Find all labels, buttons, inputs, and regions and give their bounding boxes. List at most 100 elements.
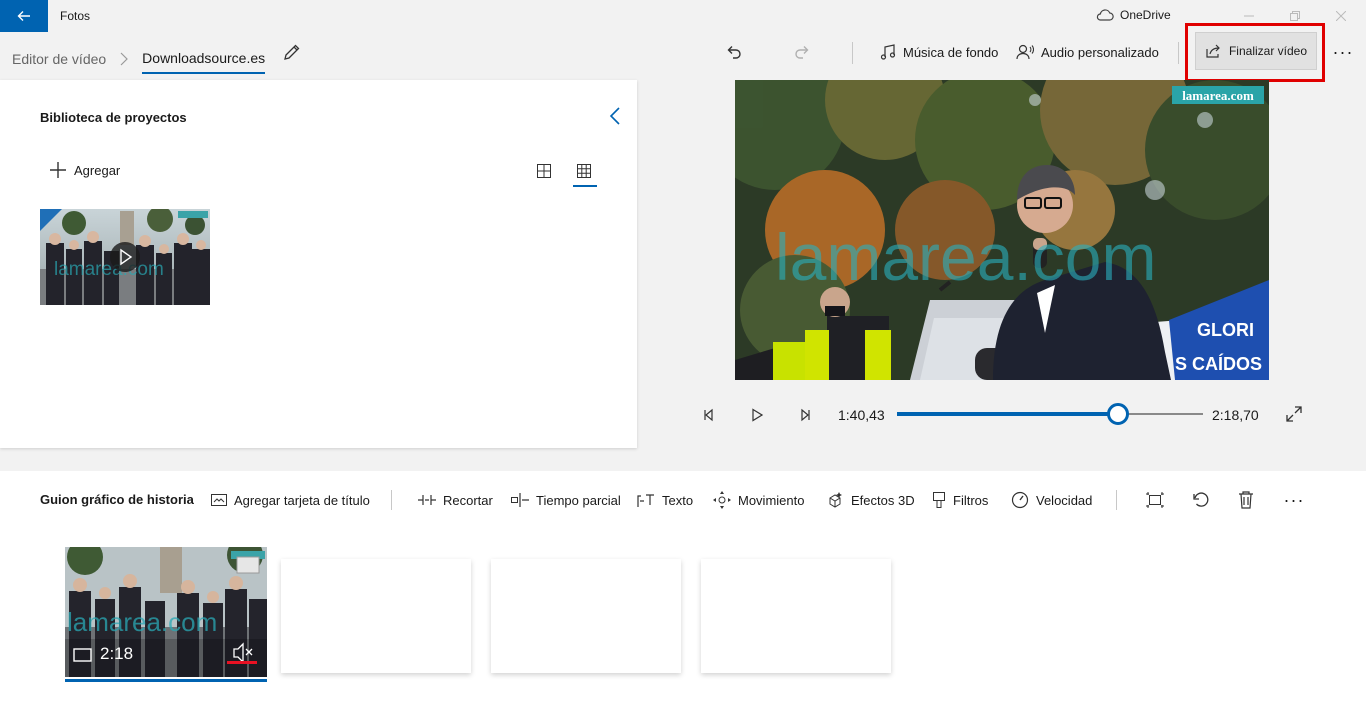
storyboard-clip[interactable]: lamarea.com — [65, 547, 267, 677]
plus-icon — [50, 162, 66, 178]
clip-selection-indicator — [65, 679, 267, 682]
redo-button[interactable] — [790, 40, 814, 64]
add-media-button[interactable]: Agregar — [50, 162, 120, 178]
toolbar-divider — [391, 490, 392, 510]
view-small-thumbnails-button[interactable] — [576, 163, 592, 179]
previous-frame-button[interactable] — [698, 404, 720, 426]
redo-icon — [795, 46, 809, 59]
onedrive-status[interactable]: OneDrive — [1096, 8, 1171, 22]
custom-audio-button[interactable]: Audio personalizado — [1016, 42, 1159, 62]
3d-effects-button[interactable]: Efectos 3D — [826, 490, 915, 510]
filters-label: Filtros — [953, 492, 989, 508]
back-button[interactable] — [0, 0, 48, 32]
project-name[interactable]: Downloadsource.es — [142, 50, 266, 74]
split-button[interactable]: Tiempo parcial — [511, 490, 621, 510]
resize-button[interactable] — [1143, 488, 1167, 512]
watermark-overlay: lamarea.com — [775, 220, 1156, 294]
title-card-icon — [211, 494, 227, 506]
empty-storyboard-slot[interactable] — [491, 559, 681, 673]
speed-button[interactable]: Velocidad — [1011, 490, 1092, 510]
chevron-left-icon — [609, 107, 620, 125]
split-icon — [511, 493, 529, 507]
play-icon — [752, 408, 764, 422]
motion-label: Movimiento — [738, 492, 805, 508]
background-music-button[interactable]: Música de fondo — [880, 42, 998, 62]
toolbar-divider — [1116, 490, 1117, 510]
undo-button[interactable] — [722, 40, 746, 64]
onedrive-label: OneDrive — [1120, 8, 1171, 22]
expand-icon — [1286, 406, 1302, 422]
filters-button[interactable]: Filtros — [932, 490, 988, 510]
filter-icon — [933, 492, 945, 508]
empty-storyboard-slot[interactable] — [701, 559, 891, 673]
speaker-video-frame: GLORI S CAÍDOS lamarea.com lamarea.com — [735, 80, 1269, 380]
undo-icon — [727, 46, 741, 59]
more-options-button[interactable]: ··· — [1330, 40, 1356, 64]
breadcrumb: Editor de vídeo Downloadsource.es — [12, 44, 266, 74]
svg-text:lamarea.com: lamarea.com — [54, 259, 164, 280]
watermark-badge: lamarea.com — [1182, 88, 1254, 103]
arrow-left-icon — [17, 11, 30, 21]
grid-large-icon — [537, 164, 551, 178]
text-icon — [637, 494, 654, 507]
resize-frame-icon — [1146, 492, 1164, 508]
crowd-clip-image: lamarea.com — [65, 547, 267, 677]
delete-button[interactable] — [1234, 488, 1258, 512]
speedometer-icon — [1011, 491, 1029, 509]
clip-watermark: lamarea.com — [67, 607, 217, 637]
3d-effects-label: Efectos 3D — [851, 492, 915, 508]
cloud-icon — [1096, 9, 1114, 21]
total-time: 2:18,70 — [1212, 407, 1259, 423]
trash-icon — [1239, 491, 1253, 509]
seek-progress — [897, 412, 1118, 416]
3d-effects-icon — [829, 492, 842, 508]
add-media-label: Agregar — [74, 162, 121, 178]
chevron-right-icon — [120, 52, 129, 66]
person-audio-icon — [1016, 44, 1034, 60]
collapse-library-button[interactable] — [608, 106, 622, 126]
library-title: Biblioteca de proyectos — [40, 110, 187, 125]
storyboard-title: Guion gráfico de historia — [40, 492, 194, 507]
empty-storyboard-slot[interactable] — [281, 559, 471, 673]
seek-slider[interactable] — [897, 403, 1203, 425]
split-label: Tiempo parcial — [536, 492, 621, 508]
storyboard-more-button[interactable]: ··· — [1282, 488, 1306, 512]
breadcrumb-video-editor[interactable]: Editor de vídeo — [12, 51, 106, 67]
restore-icon — [1290, 11, 1300, 21]
close-icon — [1336, 11, 1346, 21]
next-frame-button[interactable] — [794, 404, 816, 426]
clip-duration: 2:18 — [100, 644, 134, 663]
music-note-icon — [880, 44, 896, 60]
trim-button[interactable]: Recortar — [418, 490, 493, 510]
active-view-indicator — [573, 185, 597, 187]
banner-text-2: S CAÍDOS — [1175, 353, 1262, 374]
seek-thumb[interactable] — [1107, 403, 1129, 425]
library-video-thumbnail[interactable]: lamarea.com — [40, 209, 210, 305]
toolbar-divider — [852, 42, 853, 64]
trim-icon — [418, 495, 436, 505]
custom-audio-label: Audio personalizado — [1041, 44, 1159, 60]
fullscreen-button[interactable] — [1283, 403, 1305, 425]
pencil-icon — [284, 44, 300, 60]
background-music-label: Música de fondo — [903, 44, 999, 60]
banner-text-1: GLORI — [1197, 320, 1254, 340]
toolbar-divider — [1178, 42, 1179, 64]
text-button[interactable]: Texto — [637, 490, 693, 510]
crowd-video-image: lamarea.com — [40, 209, 210, 305]
finalize-highlight-box — [1185, 23, 1325, 82]
add-title-card-button[interactable]: Agregar tarjeta de título — [211, 490, 370, 510]
current-time: 1:40,43 — [838, 407, 885, 423]
text-label: Texto — [662, 492, 694, 508]
storyboard-panel: Guion gráfico de historia Agregar tarjet… — [0, 471, 1366, 728]
mute-highlight — [227, 661, 257, 664]
video-preview[interactable]: GLORI S CAÍDOS lamarea.com lamarea.com — [735, 80, 1269, 380]
play-button[interactable] — [746, 404, 768, 426]
grid-small-icon — [577, 164, 591, 178]
rotate-button[interactable] — [1189, 488, 1213, 512]
motion-icon — [713, 491, 731, 509]
add-title-card-label: Agregar tarjeta de título — [234, 492, 370, 508]
rename-button[interactable] — [282, 42, 302, 62]
motion-button[interactable]: Movimiento — [713, 490, 804, 510]
view-large-thumbnails-button[interactable] — [536, 163, 552, 179]
rotate-icon — [1193, 492, 1209, 507]
